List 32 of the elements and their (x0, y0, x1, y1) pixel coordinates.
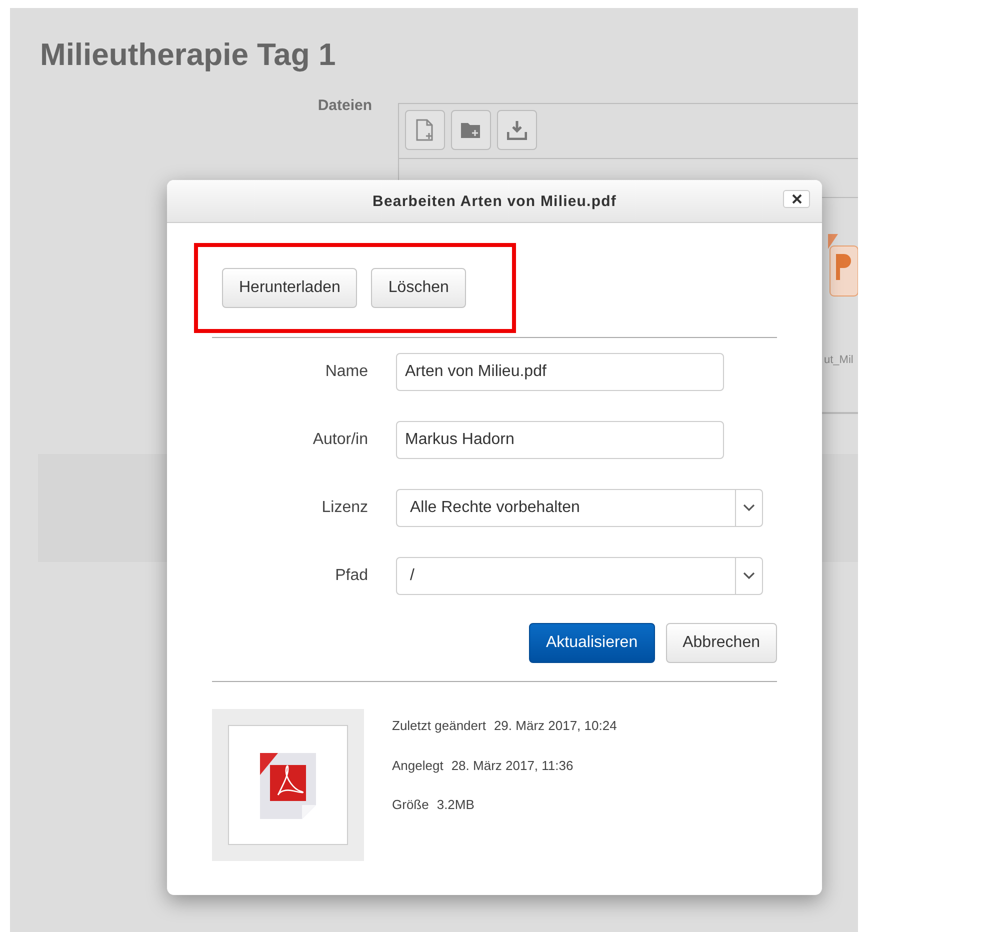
info-value: 28. März 2017, 11:36 (451, 758, 574, 774)
cancel-button[interactable]: Abbrechen (666, 623, 777, 663)
info-value: 29. März 2017, 10:24 (494, 718, 617, 735)
info-label: Größe (392, 797, 429, 814)
action-button[interactable]: Löschen (371, 268, 466, 308)
chevron-down-icon (743, 504, 755, 512)
input-field[interactable]: Arten von Milieu.pdf (396, 353, 724, 391)
field-label: Lizenz (320, 499, 369, 517)
select-field[interactable]: Alle Rechte vorbehalten (396, 489, 763, 527)
dialog-title: Bearbeiten Arten von Milieu.pdf (372, 192, 616, 210)
update-button[interactable]: Aktualisieren (529, 623, 655, 663)
download-icon (507, 120, 527, 140)
add-file-button[interactable] (405, 110, 445, 150)
download-button[interactable] (497, 110, 537, 150)
close-icon (792, 194, 802, 204)
file-name: ut_Mil (824, 354, 854, 366)
field-label: Pfad (334, 567, 369, 585)
action-button[interactable]: Herunterladen (222, 268, 358, 308)
page-title: Milieutherapie Tag 1 (40, 37, 337, 73)
info-value: 3.2MB (436, 797, 474, 814)
field-label: Autor/in (312, 431, 369, 449)
input-field[interactable]: Markus Hadorn (396, 421, 724, 459)
info-label: Zuletzt geändert (392, 718, 486, 735)
folder-icon (460, 121, 482, 139)
close-button[interactable] (783, 190, 810, 208)
select-field[interactable]: / (396, 557, 763, 595)
files-label: Dateien (316, 96, 372, 114)
new-file-icon (415, 119, 435, 141)
chevron-down-icon (743, 572, 755, 580)
field-label: Name (324, 363, 369, 381)
add-folder-button[interactable] (451, 110, 491, 150)
info-label: Angelegt (392, 758, 444, 775)
